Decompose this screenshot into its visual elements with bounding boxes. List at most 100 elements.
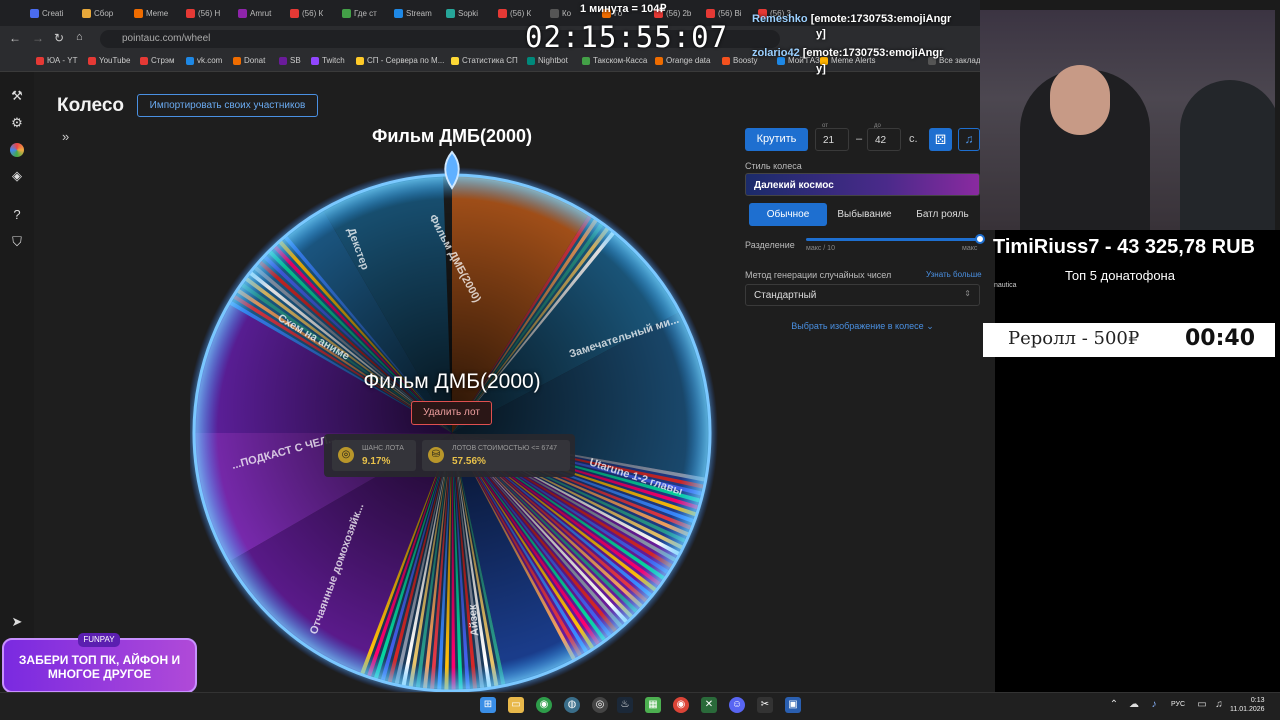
excel-icon[interactable]: ✕	[701, 697, 717, 713]
back-icon[interactable]: ←	[9, 31, 21, 45]
discord-icon[interactable]: ☺	[729, 697, 745, 713]
to-input[interactable]: 42	[867, 128, 901, 151]
tab-label: (56) К	[302, 8, 324, 18]
tab-favicon-icon	[706, 8, 715, 18]
browser-tab[interactable]: Где ст	[342, 4, 392, 22]
lot-stats-panel: ◎ ШАНС ЛОТА 9.17% ⛁ ЛОТОВ СТОИМОСТЬЮ <= …	[324, 434, 575, 477]
monitor-icon[interactable]: ▭	[1196, 697, 1208, 713]
browser-tab[interactable]: Amrut	[238, 4, 288, 22]
browser-tab[interactable]: Stream	[394, 4, 444, 22]
chat-text: y]	[816, 63, 826, 75]
gear-icon[interactable]: ⚙	[10, 116, 24, 130]
mic-icon[interactable]: ♪	[1148, 697, 1160, 713]
bookmark-item[interactable]: Стрэм	[140, 56, 174, 65]
dice-icon[interactable]: ⚄	[929, 128, 952, 151]
wheel-style-select[interactable]: Далекий космос	[745, 173, 980, 196]
gavel-icon[interactable]: ⚒	[10, 89, 24, 103]
tab-favicon-icon	[238, 8, 247, 18]
browser-tab[interactable]: Creati	[30, 4, 80, 22]
chat-text: [emote:1730753:emojiAngr	[810, 13, 952, 25]
mode-segmented: Обычное Выбывание Батл рояль	[745, 203, 980, 226]
browser-icon[interactable]: ◉	[673, 697, 689, 713]
minecraft-icon[interactable]: ▦	[645, 697, 661, 713]
reroll-timer: 00:40	[1185, 326, 1256, 351]
reload-icon[interactable]: ↻	[54, 31, 64, 45]
cloud-icon[interactable]: ☁	[1128, 697, 1140, 713]
mode-elimination[interactable]: Выбывание	[827, 203, 902, 226]
volume-icon[interactable]: ♫	[1213, 697, 1225, 713]
split-slider-handle[interactable]	[975, 234, 985, 244]
bookmark-item[interactable]: Donat	[233, 56, 265, 65]
select-arrows-icon: ⇕	[964, 289, 971, 298]
language-indicator[interactable]: РУС	[1171, 701, 1185, 708]
obs-icon[interactable]: ◎	[592, 697, 608, 713]
chat-text: [emote:1730753:emojiAngr	[802, 47, 944, 59]
music-icon[interactable]: ♫	[958, 128, 980, 151]
chat-line: zolario42 [emote:1730753:emojiAngr	[752, 47, 943, 59]
telegram-icon[interactable]: ➤	[10, 615, 24, 629]
home-icon[interactable]: ⌂	[76, 31, 83, 43]
capcut-icon[interactable]: ✂	[757, 697, 773, 713]
bookmark-item[interactable]: Такском-Касса	[582, 56, 647, 65]
explorer-icon[interactable]: ▭	[508, 697, 524, 713]
bookmark-favicon-icon	[655, 56, 663, 65]
page-title: Колесо	[57, 95, 125, 116]
windows-start-icon[interactable]: ⊞	[480, 697, 496, 713]
from-input[interactable]: 21	[815, 128, 849, 151]
bookmark-label: Twitch	[322, 56, 345, 65]
browser-tab[interactable]: Sopki	[446, 4, 496, 22]
tab-label: (56) Bi	[718, 8, 742, 18]
rng-method-select[interactable]: Стандартный ⇕	[745, 284, 980, 306]
expand-icon[interactable]: »	[62, 129, 69, 144]
app-icon[interactable]: ▣	[785, 697, 801, 713]
chrome-icon[interactable]: ◉	[536, 697, 552, 713]
tab-label: Ко	[562, 8, 572, 18]
wheel-winner-title: Фильм ДМБ(2000)	[371, 126, 533, 146]
method-learn-more-link[interactable]: Узнать больше	[926, 270, 982, 279]
bookmark-favicon-icon	[451, 56, 459, 65]
delete-lot-button[interactable]: Удалить лот	[411, 401, 492, 425]
bookmark-label: СП - Сервера по M...	[367, 56, 445, 65]
browser-tab[interactable]: Meme	[134, 4, 184, 22]
import-participants-button[interactable]: Импортировать своих участников	[137, 94, 318, 117]
bookmark-favicon-icon	[140, 56, 148, 65]
tray-chevron-icon[interactable]: ⌃	[1108, 697, 1120, 713]
browser-tab[interactable]: (56) К	[290, 4, 340, 22]
globe-icon[interactable]: ◍	[564, 697, 580, 713]
wheel-style-value: Далекий космос	[754, 180, 834, 191]
bookmark-item[interactable]: YouTube	[88, 56, 130, 65]
steam-icon[interactable]: ♨	[617, 697, 633, 713]
tab-favicon-icon	[342, 8, 351, 18]
choose-image-link[interactable]: Выбрать изображение в колесе ⌄	[745, 321, 980, 332]
split-slider-track[interactable]	[806, 238, 979, 241]
bookmark-item[interactable]: ЮА - YT	[36, 56, 77, 65]
mode-battle-royale[interactable]: Батл рояль	[905, 203, 980, 226]
bookmark-favicon-icon	[311, 56, 319, 65]
bookmark-favicon-icon	[233, 56, 241, 65]
browser-tab[interactable]: (56) Н	[186, 4, 236, 22]
style-label: Стиль колеса	[745, 161, 802, 171]
cost-value: 57.56%	[452, 456, 486, 467]
coins-icon: ⛁	[428, 447, 444, 463]
bookmark-item[interactable]: Orange data	[655, 56, 710, 65]
help-icon[interactable]: ?	[10, 208, 24, 222]
browser-tab[interactable]: Сбор	[82, 4, 132, 22]
tab-favicon-icon	[446, 8, 455, 18]
tab-favicon-icon	[550, 8, 559, 18]
spin-button[interactable]: Крутить	[745, 128, 808, 151]
bookmark-item[interactable]: Nightbot	[527, 56, 568, 65]
clock[interactable]: 0:13 11.01.2026	[1230, 696, 1265, 714]
funpay-logo: FUNPAY	[78, 633, 120, 647]
choose-image-text: Выбрать изображение в колесе	[791, 321, 924, 331]
layers-icon[interactable]: ◈	[10, 169, 24, 183]
bookmark-item[interactable]: vk.com	[186, 56, 222, 65]
bookmark-item[interactable]: СП - Сервера по M...	[356, 56, 444, 65]
forward-icon[interactable]: →	[32, 31, 44, 45]
bookmark-item[interactable]: SB	[279, 56, 301, 65]
shield-icon[interactable]: ⛉	[10, 235, 24, 249]
mode-normal[interactable]: Обычное	[749, 203, 827, 226]
wheel-icon[interactable]	[10, 143, 24, 157]
bookmark-item[interactable]: Статистика СП	[451, 56, 518, 65]
bookmark-item[interactable]: Twitch	[311, 56, 345, 65]
tab-label: Где ст	[354, 8, 377, 18]
